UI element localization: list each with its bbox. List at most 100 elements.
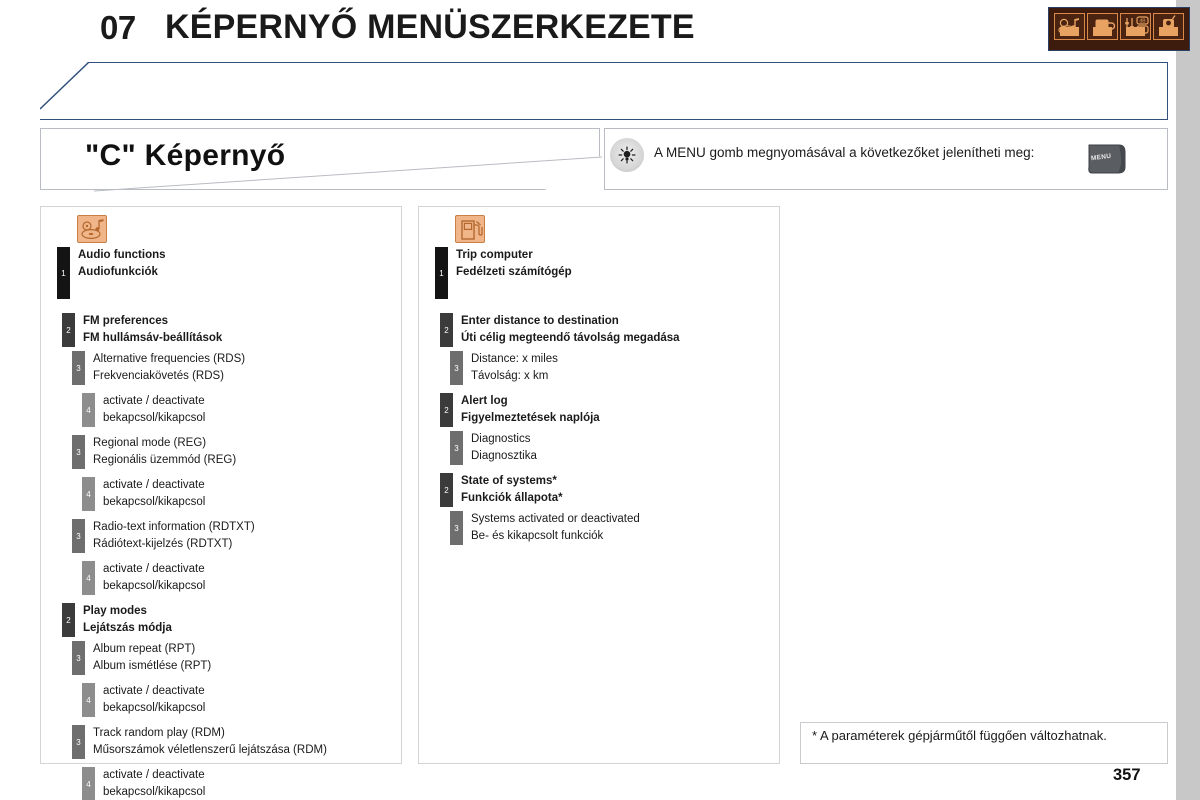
svg-text:dB: dB — [1139, 19, 1146, 25]
menu-level-bar: 3 — [450, 351, 463, 385]
menu-label-en: Radio-text information (RDTXT) — [93, 521, 255, 533]
menu-level-bar: 4 — [82, 393, 95, 427]
screen-name-label: "C" Képernyő — [85, 139, 286, 172]
menu-label-hu: Diagnosztika — [471, 450, 537, 462]
menu-node-labels: Regional mode (REG) Regionális üzemmód (R… — [85, 435, 401, 469]
menu-node-level-2: 2 Play modes Lejátszás módja — [62, 603, 401, 637]
page-edge-strip — [1176, 0, 1200, 800]
menu-label-hu: bekapcsol/kikapcsol — [103, 580, 206, 592]
menu-label-hu: bekapcsol/kikapcsol — [103, 702, 206, 714]
equalizer-db-icon: dB — [1120, 13, 1151, 40]
menu-level-bar: 1 — [57, 247, 70, 299]
menu-node-labels: FM preferences FM hullámsáv-beállítások — [75, 313, 401, 347]
menu-node-labels: Play modes Lejátszás módja — [75, 603, 401, 637]
menu-node-level-2: 2 Enter distance to destination Úti célig … — [440, 313, 779, 347]
menu-note-text: A MENU gomb megnyomásával a következőket… — [654, 145, 1035, 160]
page-number: 357 — [1113, 766, 1141, 784]
menu-level-bar: 3 — [72, 519, 85, 553]
menu-node-labels: activate / deactivate bekapcsol/kikapcsol — [95, 767, 401, 800]
menu-label-hu: Úti célig megteendő távolság megadása — [461, 332, 680, 344]
menu-level-bar: 3 — [450, 511, 463, 545]
menu-label-hu: Távolság: x km — [471, 370, 549, 382]
menu-node-labels: Systems activated or deactivated Be- és k… — [463, 511, 779, 545]
menu-node-level-3: 3 Alternative frequencies (RDS) Frekvencia… — [72, 351, 401, 385]
beverage-cup-icon — [1087, 13, 1118, 40]
menu-node-labels: Enter distance to destination Úti célig m… — [453, 313, 779, 347]
menu-level-bar: 2 — [440, 393, 453, 427]
menu-label-hu: Lejátszás módja — [83, 622, 172, 634]
menu-label-en: Systems activated or deactivated — [471, 513, 640, 525]
menu-node-labels: Trip computer Fedélzeti számítógép — [448, 247, 779, 299]
menu-label-en: Distance: x miles — [471, 353, 558, 365]
menu-level-bar: 4 — [82, 477, 95, 511]
menu-level-bar: 1 — [435, 247, 448, 299]
menu-node-level-4: 4 activate / deactivate bekapcsol/kikapcso… — [82, 683, 401, 717]
menu-level-bar: 3 — [72, 725, 85, 759]
menu-level-bar: 3 — [72, 435, 85, 469]
menu-label-en: Track random play (RDM) — [93, 727, 225, 739]
menu-label-hu: bekapcsol/kikapcsol — [103, 412, 206, 424]
menu-level-bar: 3 — [72, 351, 85, 385]
menu-node-labels: State of systems* Funkciók állapota* — [453, 473, 779, 507]
menu-node-level-3: 3 Track random play (RDM) Műsorszámok véle… — [72, 725, 401, 759]
menu-label-hu: Frekvenciakövetés (RDS) — [93, 370, 225, 382]
menu-node-level-3: 3 Systems activated or deactivated Be- és … — [450, 511, 779, 545]
menu-label-hu: Rádiótext-kijelzés (RDTXT) — [93, 538, 233, 550]
menu-label-en: Diagnostics — [471, 433, 531, 445]
menu-node-labels: activate / deactivate bekapcsol/kikapcsol — [95, 477, 401, 511]
media-disc-music-icon — [1054, 13, 1085, 40]
menu-label-en: State of systems* — [461, 475, 557, 487]
menu-node-labels: activate / deactivate bekapcsol/kikapcsol — [95, 683, 401, 717]
menu-node-level-4: 4 activate / deactivate bekapcsol/kikapcso… — [82, 477, 401, 511]
footnote-text: * A paraméterek gépjárműtől függően vált… — [812, 728, 1107, 743]
menu-node-labels: Radio-text information (RDTXT) Rádiótext-… — [85, 519, 401, 553]
menu-level-bar: 2 — [440, 473, 453, 507]
menu-label-en: Audio functions — [78, 249, 166, 261]
menu-label-hu: bekapcsol/kikapcsol — [103, 786, 206, 798]
audio-system-icon-strip: dB — [1048, 7, 1190, 51]
trip-computer-column: 1 Trip computer Fedélzeti számítógép 2 Enter… — [418, 206, 780, 764]
menu-node-level-3: 3 Album repeat (RPT) Album ismétlése (RPT) — [72, 641, 401, 675]
light-bulb-tip-icon — [610, 138, 644, 172]
menu-node-level-3: 3 Distance: x miles Távolság: x km — [450, 351, 779, 385]
menu-label-hu: Audiofunkciók — [78, 266, 158, 278]
menu-level-bar: 4 — [82, 767, 95, 800]
menu-label-hu: bekapcsol/kikapcsol — [103, 496, 206, 508]
menu-label-en: activate / deactivate — [103, 395, 205, 407]
audio-functions-icon — [77, 215, 107, 243]
menu-level-bar: 4 — [82, 561, 95, 595]
audio-menu-tree: 1 Audio functions Audiofunkciók 2 FM prefere… — [41, 247, 401, 800]
menu-label-en: Album repeat (RPT) — [93, 643, 196, 655]
menu-label-hu: Album ismétlése (RPT) — [93, 660, 212, 672]
menu-label-en: FM preferences — [83, 315, 169, 327]
manual-page: 07 KÉPERNYŐ MENÜSZERKEZETE dB "C" Képern… — [0, 0, 1200, 800]
menu-label-en: Alert log — [461, 395, 508, 407]
menu-label-hu: Funkciók állapota* — [461, 492, 563, 504]
menu-level-bar: 4 — [82, 683, 95, 717]
menu-level-bar: 3 — [72, 641, 85, 675]
menu-label-hu: FM hullámsáv-beállítások — [83, 332, 223, 344]
menu-level-bar: 3 — [450, 431, 463, 465]
menu-label-hu: Regionális üzemmód (REG) — [93, 454, 237, 466]
menu-label-en: Regional mode (REG) — [93, 437, 207, 449]
menu-node-labels: Alternative frequencies (RDS) Frekvenciak… — [85, 351, 401, 385]
menu-label-hu: Be- és kikapcsolt funkciók — [471, 530, 604, 542]
menu-label-en: activate / deactivate — [103, 685, 205, 697]
menu-node-level-4: 4 activate / deactivate bekapcsol/kikapcso… — [82, 561, 401, 595]
menu-node-labels: Audio functions Audiofunkciók — [70, 247, 401, 299]
menu-node-labels: Album repeat (RPT) Album ismétlése (RPT) — [85, 641, 401, 675]
menu-node-level-4: 4 activate / deactivate bekapcsol/kikapcso… — [82, 767, 401, 800]
menu-node-level-3: 3 Diagnostics Diagnosztika — [450, 431, 779, 465]
menu-level-bar: 2 — [440, 313, 453, 347]
menu-node-level-4: 4 activate / deactivate bekapcsol/kikapcso… — [82, 393, 401, 427]
menu-label-en: Play modes — [83, 605, 147, 617]
menu-label-en: Trip computer — [456, 249, 533, 261]
radio-handset-icon — [1153, 13, 1184, 40]
menu-label-en: activate / deactivate — [103, 769, 205, 781]
menu-node-level-2: 2 State of systems* Funkciók állapota* — [440, 473, 779, 507]
menu-label-hu: Műsorszámok véletlenszerű lejátszása (RD… — [93, 744, 327, 756]
menu-node-labels: activate / deactivate bekapcsol/kikapcsol — [95, 561, 401, 595]
menu-label-en: activate / deactivate — [103, 479, 205, 491]
menu-level-bar: 2 — [62, 313, 75, 347]
audio-functions-column: 1 Audio functions Audiofunkciók 2 FM prefere… — [40, 206, 402, 800]
